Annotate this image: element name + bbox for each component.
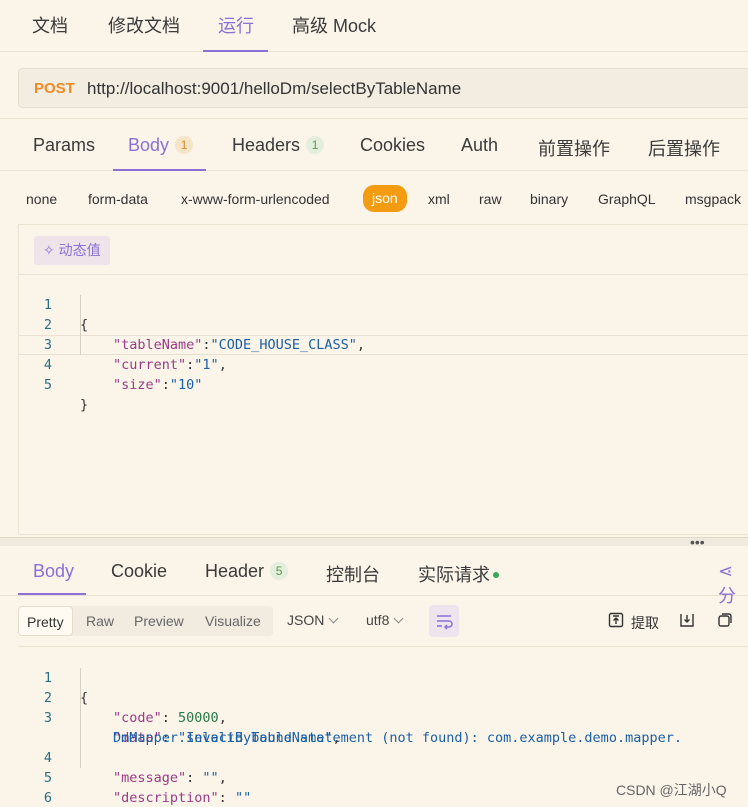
resp-line-3-wrap: DmMapper.selectByTableName", [113, 730, 341, 746]
active-tab-indicator [203, 50, 268, 52]
body-type-binary[interactable]: binary [530, 188, 568, 210]
http-method[interactable]: POST [34, 80, 75, 97]
share-icon: ⋖ [718, 561, 734, 581]
share-label: 分 [718, 586, 736, 606]
encoding-select-value: utf8 [366, 612, 390, 628]
header-count-badge: 5 [270, 562, 289, 580]
tab-headers[interactable]: Headers 1 [232, 135, 325, 156]
headers-count-badge: 1 [306, 136, 325, 154]
tab-pre-ops[interactable]: 前置操作 [538, 135, 610, 161]
resp-line-1: 1 { [0, 648, 730, 706]
status-dot-icon [493, 572, 499, 578]
json-key: "size" [113, 377, 162, 393]
body-type-urlencoded[interactable]: x-www-form-urlencoded [181, 188, 330, 210]
tab-body[interactable]: Body 1 [128, 135, 194, 156]
tab-cookies[interactable]: Cookies [360, 135, 425, 156]
req-line-1: 1 { [0, 275, 730, 333]
line-number: 6 [43, 790, 52, 806]
view-visualize[interactable]: Visualize [205, 606, 261, 636]
wrap-icon [437, 615, 453, 630]
response-view-switcher: Pretty Raw Preview Visualize [18, 606, 273, 636]
resp-tab-body[interactable]: Body [33, 561, 74, 582]
format-select[interactable]: JSON [287, 612, 339, 628]
resp-line-3: 3 "data": "Invalid bound statement (not … [0, 688, 730, 746]
share-button[interactable]: ⋖分 [718, 561, 748, 608]
active-request-tab-indicator [113, 169, 206, 171]
chevron-down-icon [393, 613, 404, 624]
json-value: "10" [169, 377, 203, 393]
tab-headers-label: Headers [232, 135, 301, 155]
extract-button[interactable] [608, 612, 624, 630]
panel-splitter[interactable]: ••• [0, 534, 748, 550]
request-tab-bar: Params Body 1 Headers 1 Cookies Auth 前置操作 … [0, 118, 748, 171]
resp-tab-header-label: Header [205, 561, 265, 581]
req-line-2: 2 "tableName":"CODE_HOUSE_CLASS", [0, 295, 730, 353]
active-response-tab-indicator [18, 593, 86, 595]
body-type-form-data[interactable]: form-data [88, 188, 148, 210]
download-icon [680, 614, 694, 627]
tab-body-label: Body [128, 135, 170, 155]
tab-edit-docs[interactable]: 修改文档 [108, 13, 180, 39]
extract-icon [608, 612, 624, 628]
extract-label[interactable]: 提取 [631, 613, 659, 633]
resp-line-4: 4 "message": "", [0, 728, 730, 786]
req-line-3: 3 "current":"1", [0, 315, 730, 373]
dynamic-value-button[interactable]: ✧ 动态值 [34, 236, 110, 265]
copy-button[interactable] [717, 612, 733, 630]
body-count-badge: 1 [175, 136, 194, 154]
view-pretty[interactable]: Pretty [18, 606, 73, 636]
response-divider [18, 646, 748, 647]
body-type-none[interactable]: none [26, 188, 57, 210]
response-tab-bar: Body Cookie Header 5 控制台 实际请求 ⋖分 [0, 546, 748, 606]
magic-wand-icon: ✧ [43, 242, 55, 258]
resp-line-2: 2 "code": 50000, [0, 668, 730, 726]
req-line-4: 4 "size":"10" [0, 335, 730, 393]
body-type-graphql[interactable]: GraphQL [598, 188, 656, 210]
resp-tab-console[interactable]: 控制台 [326, 561, 380, 587]
tab-post-ops[interactable]: 后置操作 [648, 135, 720, 161]
resp-tab-actual-request[interactable]: 实际请求 [418, 561, 499, 587]
view-preview[interactable]: Preview [134, 606, 184, 636]
download-button[interactable] [679, 612, 695, 630]
line-number: 5 [43, 377, 52, 393]
resp-tab-actual-request-label: 实际请求 [418, 565, 490, 585]
url-input[interactable]: http://localhost:9001/helloDm/selectByTa… [87, 79, 461, 99]
body-type-json[interactable]: json [363, 185, 407, 212]
watermark: CSDN @江湖小Q [616, 782, 727, 798]
tab-advanced-mock[interactable]: 高级 Mock [292, 13, 376, 39]
tab-docs[interactable]: 文档 [32, 13, 68, 39]
req-line-5: 5 } [0, 355, 730, 413]
url-bar: POST http://localhost:9001/helloDm/selec… [18, 68, 748, 108]
tab-run[interactable]: 运行 [218, 13, 254, 39]
encoding-select[interactable]: utf8 [366, 612, 404, 628]
chevron-down-icon [328, 613, 339, 624]
top-tab-bar: 文档 修改文档 运行 高级 Mock [0, 0, 748, 52]
tab-params[interactable]: Params [33, 135, 95, 156]
json-key: "description" [113, 790, 219, 806]
view-raw[interactable]: Raw [86, 606, 114, 636]
code-text: } [80, 397, 89, 413]
resp-tab-cookie[interactable]: Cookie [111, 561, 167, 582]
copy-icon [718, 613, 732, 627]
tab-auth[interactable]: Auth [461, 135, 498, 156]
resp-line-5: 5 "description": "" [0, 748, 730, 806]
body-type-raw[interactable]: raw [479, 188, 502, 210]
body-type-xml[interactable]: xml [428, 188, 450, 210]
format-select-value: JSON [287, 612, 325, 628]
json-value: "" [234, 790, 252, 806]
dynamic-value-label: 动态值 [58, 242, 101, 258]
resp-tab-header[interactable]: Header 5 [205, 561, 289, 582]
word-wrap-button[interactable] [429, 605, 459, 637]
body-type-msgpack[interactable]: msgpack [685, 188, 741, 210]
